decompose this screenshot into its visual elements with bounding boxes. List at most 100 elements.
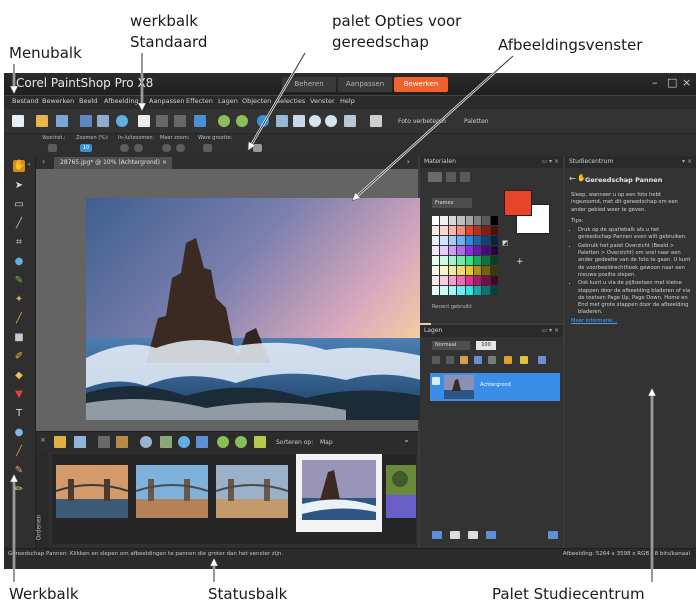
document-tab[interactable]: 28765.jpg* @ 10% (Achtergrond) × [54, 157, 172, 169]
add-swatch-icon[interactable]: + [516, 257, 524, 267]
organizer-share-icon[interactable] [178, 436, 190, 448]
help-icon[interactable] [257, 115, 269, 127]
organizer-brush-icon[interactable] [116, 436, 128, 448]
tab-scroll-right-icon[interactable]: › [407, 157, 410, 166]
color-swatch[interactable] [465, 246, 473, 255]
color-swatch[interactable] [448, 256, 457, 265]
color-swatch[interactable] [432, 226, 440, 235]
blend-mode-dropdown[interactable]: Normaal [432, 341, 470, 350]
dodge-tool-icon[interactable]: ✦ [13, 294, 25, 306]
color-swatch[interactable] [440, 246, 448, 255]
color-swatch[interactable] [482, 226, 490, 235]
color-swatch[interactable] [473, 286, 482, 295]
color-swatch[interactable] [490, 236, 498, 245]
undo-icon[interactable] [218, 115, 230, 127]
shape-tool-icon[interactable]: ● [13, 427, 25, 439]
save-as-icon[interactable] [97, 115, 109, 127]
color-swatch[interactable] [490, 256, 498, 265]
foreground-color-swatch-front[interactable] [504, 190, 532, 216]
more-zoom-in-button[interactable] [162, 144, 171, 152]
more-info-link[interactable]: Meer informatie... [571, 318, 617, 324]
straighten-icon[interactable] [174, 115, 186, 127]
layers-icon[interactable] [370, 115, 382, 127]
color-swatch[interactable] [432, 236, 440, 245]
organizer-view-icon[interactable] [74, 436, 86, 448]
color-swatch[interactable] [490, 266, 498, 275]
tab-bewerken[interactable]: Bewerken [394, 77, 448, 92]
apply-button[interactable] [253, 144, 262, 152]
thumbnail-selected[interactable] [296, 454, 382, 532]
layer-tool-8-icon[interactable] [538, 356, 546, 364]
zoom-out-button[interactable] [134, 144, 143, 152]
eraser-tool-icon[interactable]: ◆ [13, 370, 25, 382]
color-swatch[interactable] [457, 276, 465, 285]
organizer-rotate-left-icon[interactable] [217, 436, 229, 448]
color-swatch[interactable] [448, 236, 457, 245]
document-photo[interactable] [86, 198, 431, 420]
thumbnail-1[interactable] [56, 465, 128, 518]
organizer-batch-icon[interactable] [160, 436, 172, 448]
color-swatch[interactable] [465, 276, 473, 285]
color-swatch[interactable] [432, 266, 440, 275]
color-swatch[interactable] [490, 226, 498, 235]
color-swatch[interactable] [440, 276, 448, 285]
color-swatch[interactable] [457, 226, 465, 235]
screen-icon[interactable] [276, 115, 288, 127]
selection-tool-icon[interactable]: ▭ [13, 199, 25, 211]
color-swatch[interactable] [440, 216, 448, 225]
color-swatch[interactable] [482, 236, 490, 245]
color-swatch[interactable] [457, 236, 465, 245]
swap-colors-icon[interactable]: ◩ [502, 239, 509, 247]
thumbnail-5[interactable] [386, 465, 416, 518]
redo-icon[interactable] [236, 115, 248, 127]
color-swatch[interactable] [482, 246, 490, 255]
fit-window-icon[interactable] [293, 115, 305, 127]
color-swatch[interactable] [448, 266, 457, 275]
minimize-icon[interactable]: – [652, 76, 658, 89]
back-arrow-icon[interactable]: ← [569, 174, 576, 183]
color-swatch[interactable] [465, 216, 473, 225]
palettes-menu[interactable]: Paletten [464, 118, 489, 125]
color-swatch[interactable] [473, 246, 482, 255]
menu-lagen[interactable]: Lagen [218, 97, 238, 105]
organizer-rotate-right-icon[interactable] [235, 436, 247, 448]
menu-bestand[interactable]: Bestand [12, 97, 39, 105]
color-swatch[interactable] [457, 266, 465, 275]
organizer-chat-icon[interactable] [196, 436, 208, 448]
pen-tool-icon[interactable]: ✐ [13, 351, 25, 363]
color-swatch[interactable] [473, 256, 482, 265]
learning-center-panel-controls-icon[interactable]: ▾ × [682, 156, 692, 168]
share-icon[interactable] [116, 115, 128, 127]
text-tool-icon[interactable]: T [13, 408, 25, 420]
tab-beheren[interactable]: Beheren [282, 77, 336, 92]
color-swatch[interactable] [448, 246, 457, 255]
browse-icon[interactable] [56, 115, 68, 127]
zoom-out-icon[interactable] [325, 115, 337, 127]
color-swatch[interactable] [482, 276, 490, 285]
color-swatch[interactable] [440, 226, 448, 235]
menu-venster[interactable]: Venster [310, 97, 335, 105]
color-swatch[interactable] [432, 286, 440, 295]
save-icon[interactable] [80, 115, 92, 127]
gradient-tool-icon[interactable]: ■ [13, 332, 25, 344]
document-tab-close-icon[interactable]: × [162, 157, 167, 169]
pick-tool-icon[interactable]: ➤ [13, 180, 25, 192]
color-swatch[interactable] [457, 256, 465, 265]
dropper-tool-icon[interactable]: ╱ [13, 218, 25, 230]
color-swatch[interactable] [432, 276, 440, 285]
color-swatch[interactable] [473, 236, 482, 245]
color-swatch[interactable] [457, 286, 465, 295]
color-swatch[interactable] [482, 286, 490, 295]
menu-aanpassen[interactable]: Aanpassen [149, 97, 185, 105]
object-remover-icon[interactable]: ✏ [13, 484, 25, 496]
maximize-icon[interactable]: □ [667, 76, 677, 89]
organizer-close-icon[interactable]: × [40, 436, 46, 444]
zoom-in-button[interactable] [120, 144, 129, 152]
color-swatch[interactable] [482, 216, 490, 225]
organizer-collapse-icon[interactable]: ⌄ [403, 435, 410, 444]
color-swatch[interactable] [490, 246, 498, 255]
color-swatch[interactable] [440, 266, 448, 275]
menu-afbeelding[interactable]: Afbeelding [104, 97, 139, 105]
paint-brush-icon[interactable]: ╱ [13, 313, 25, 325]
zoom-percent-field[interactable]: 10 [80, 144, 92, 152]
